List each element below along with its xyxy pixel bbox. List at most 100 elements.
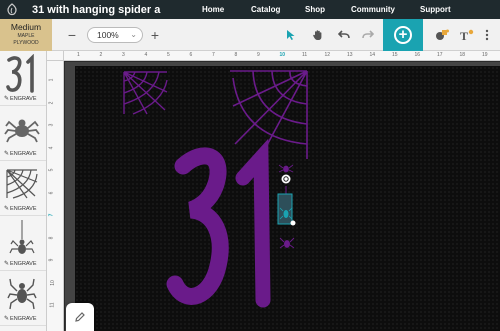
top-nav-bar: 31 with hanging spider a Home Catalog Sh…: [0, 0, 500, 19]
main-nav: Home Catalog Shop Community Support: [0, 0, 500, 19]
library-item-spider-web[interactable]: ✎ ENGRAVE: [0, 161, 46, 216]
chevron-down-icon: ⌄: [130, 30, 137, 39]
number-three: [166, 147, 229, 305]
engrave-label: ✎ ENGRAVE: [4, 150, 37, 158]
material-name-line1: Maple: [17, 33, 35, 39]
ruler-top-tick: 2: [99, 52, 103, 58]
shapes-button[interactable]: [432, 19, 452, 51]
large-spider-web: [230, 70, 308, 159]
ruler-top-tick: 19: [482, 52, 488, 58]
ruler-top-tick: 12: [324, 52, 331, 58]
material-size: Medium: [10, 22, 42, 32]
ruler-left: 1 2 3 4 5 6 7 8 9 10 11: [47, 61, 64, 331]
small-spider-bottom: [279, 237, 295, 249]
hand-icon: [313, 30, 322, 40]
edit-button[interactable]: [66, 303, 94, 331]
ruler-top-tick: 13: [347, 52, 353, 58]
engrave-label: ✎ ENGRAVE: [4, 315, 37, 323]
ruler-top-tick: 16: [414, 52, 421, 58]
hanging-spider-thumbnail-icon: [2, 218, 42, 260]
zoom-in-button[interactable]: +: [147, 19, 163, 51]
pencil-icon: [75, 312, 85, 322]
zoom-value: 100%: [97, 30, 119, 40]
spider-web-thumbnail-icon: [2, 163, 42, 205]
ruler-top-tick: 10: [279, 52, 286, 58]
svg-text:T: T: [460, 29, 468, 41]
library-item-spider[interactable]: ✎ ENGRAVE: [0, 106, 46, 161]
pencil-icon: ✎: [4, 151, 10, 157]
nav-home[interactable]: Home: [202, 5, 224, 14]
minus-icon: −: [67, 27, 77, 43]
ruler-top-tick: 8: [234, 52, 238, 58]
ruler-left-tick: 3: [48, 123, 55, 127]
design-canvas[interactable]: [65, 62, 500, 331]
ruler-top-tick: 11: [302, 52, 308, 58]
ruler-top-tick: 17: [437, 52, 443, 58]
library-item-hanging-spider[interactable]: ✎ ENGRAVE: [0, 216, 46, 271]
select-tool-button[interactable]: [282, 19, 300, 51]
plus-circle-icon: +: [394, 26, 412, 44]
more-options-button[interactable]: [480, 19, 494, 51]
ruler-top-tick: 15: [392, 52, 398, 58]
ruler-top-tick: 9: [257, 52, 260, 58]
ruler-left-tick: 1: [48, 78, 55, 82]
redo-icon: [362, 30, 374, 39]
pencil-icon: ✎: [4, 96, 10, 102]
ruler-left-tick: 7: [48, 213, 55, 217]
design-artwork: [123, 70, 308, 308]
material-bed[interactable]: [75, 66, 500, 331]
undo-icon: [338, 30, 350, 39]
pencil-icon: ✎: [4, 206, 10, 212]
nav-shop[interactable]: Shop: [305, 5, 325, 14]
library-item-spider-2[interactable]: ✎ ENGRAVE: [0, 271, 46, 326]
spider-thumbnail-icon: [2, 273, 42, 315]
text-tool-button[interactable]: T: [457, 19, 477, 51]
number-one: [235, 138, 271, 308]
ruler-top-tick: 14: [369, 52, 376, 58]
ruler-left-tick: 5: [48, 168, 55, 172]
redo-button[interactable]: [359, 19, 377, 51]
nav-catalog[interactable]: Catalog: [251, 5, 280, 14]
ruler-left-tick: 11: [49, 302, 56, 308]
design-library-panel: ✎ ENGRAVE ✎ ENGRAVE ✎ ENGRAVE ✎ ENGRAVE ✎ ENG…: [0, 51, 47, 331]
add-artwork-button[interactable]: +: [383, 19, 423, 51]
tiny-spider: [278, 164, 294, 173]
text-icon: T: [460, 29, 474, 41]
ruler-top-tick: 3: [122, 52, 125, 58]
material-selector[interactable]: Medium Maple Plywood: [0, 19, 52, 51]
library-item-31[interactable]: ✎ ENGRAVE: [0, 51, 46, 106]
ruler-left-tick: 8: [48, 236, 55, 239]
undo-button[interactable]: [335, 19, 353, 51]
engrave-label: ✎ ENGRAVE: [4, 260, 37, 268]
selected-hanging-spider: [277, 186, 296, 226]
kebab-menu-icon: [485, 29, 489, 41]
ruler-top-tick: 7: [212, 52, 215, 58]
ruler-left-tick: 2: [48, 101, 55, 104]
plus-icon: +: [150, 27, 160, 43]
ruler-top-tick: 6: [189, 52, 193, 58]
ruler-left-tick: 10: [49, 279, 56, 286]
nav-community[interactable]: Community: [351, 5, 395, 14]
ruler-left-tick: 9: [48, 258, 55, 262]
pan-tool-button[interactable]: [309, 19, 327, 51]
zoom-select[interactable]: 100% ⌄: [87, 27, 143, 43]
pointer-arrow-icon: [287, 30, 295, 40]
nav-support[interactable]: Support: [420, 5, 451, 14]
ruler-corner: [47, 51, 64, 61]
small-spider-web: [123, 71, 168, 115]
ruler-left-tick: 6: [48, 191, 55, 194]
material-name-line2: Plywood: [13, 40, 39, 46]
ruler-top: 1 2 3 4 5 6 7 8 9 10 11 12 13 14 15 16 17 18 19: [64, 51, 500, 61]
number-31-thumbnail-icon: [2, 53, 42, 95]
zoom-out-button[interactable]: −: [64, 19, 80, 51]
ruler-top-tick: 5: [167, 52, 170, 58]
ruler-top-tick: 1: [77, 52, 80, 58]
toolbar: − 100% ⌄ + + T: [52, 19, 500, 51]
spider-thumbnail-icon: [2, 108, 42, 150]
pencil-icon: ✎: [4, 261, 10, 267]
pencil-icon: ✎: [4, 316, 10, 322]
ruler-top-tick: 4: [144, 52, 148, 58]
engrave-label: ✎ ENGRAVE: [4, 205, 37, 213]
ruler-left-tick: 4: [48, 146, 55, 149]
engrave-label: ✎ ENGRAVE: [4, 95, 37, 103]
